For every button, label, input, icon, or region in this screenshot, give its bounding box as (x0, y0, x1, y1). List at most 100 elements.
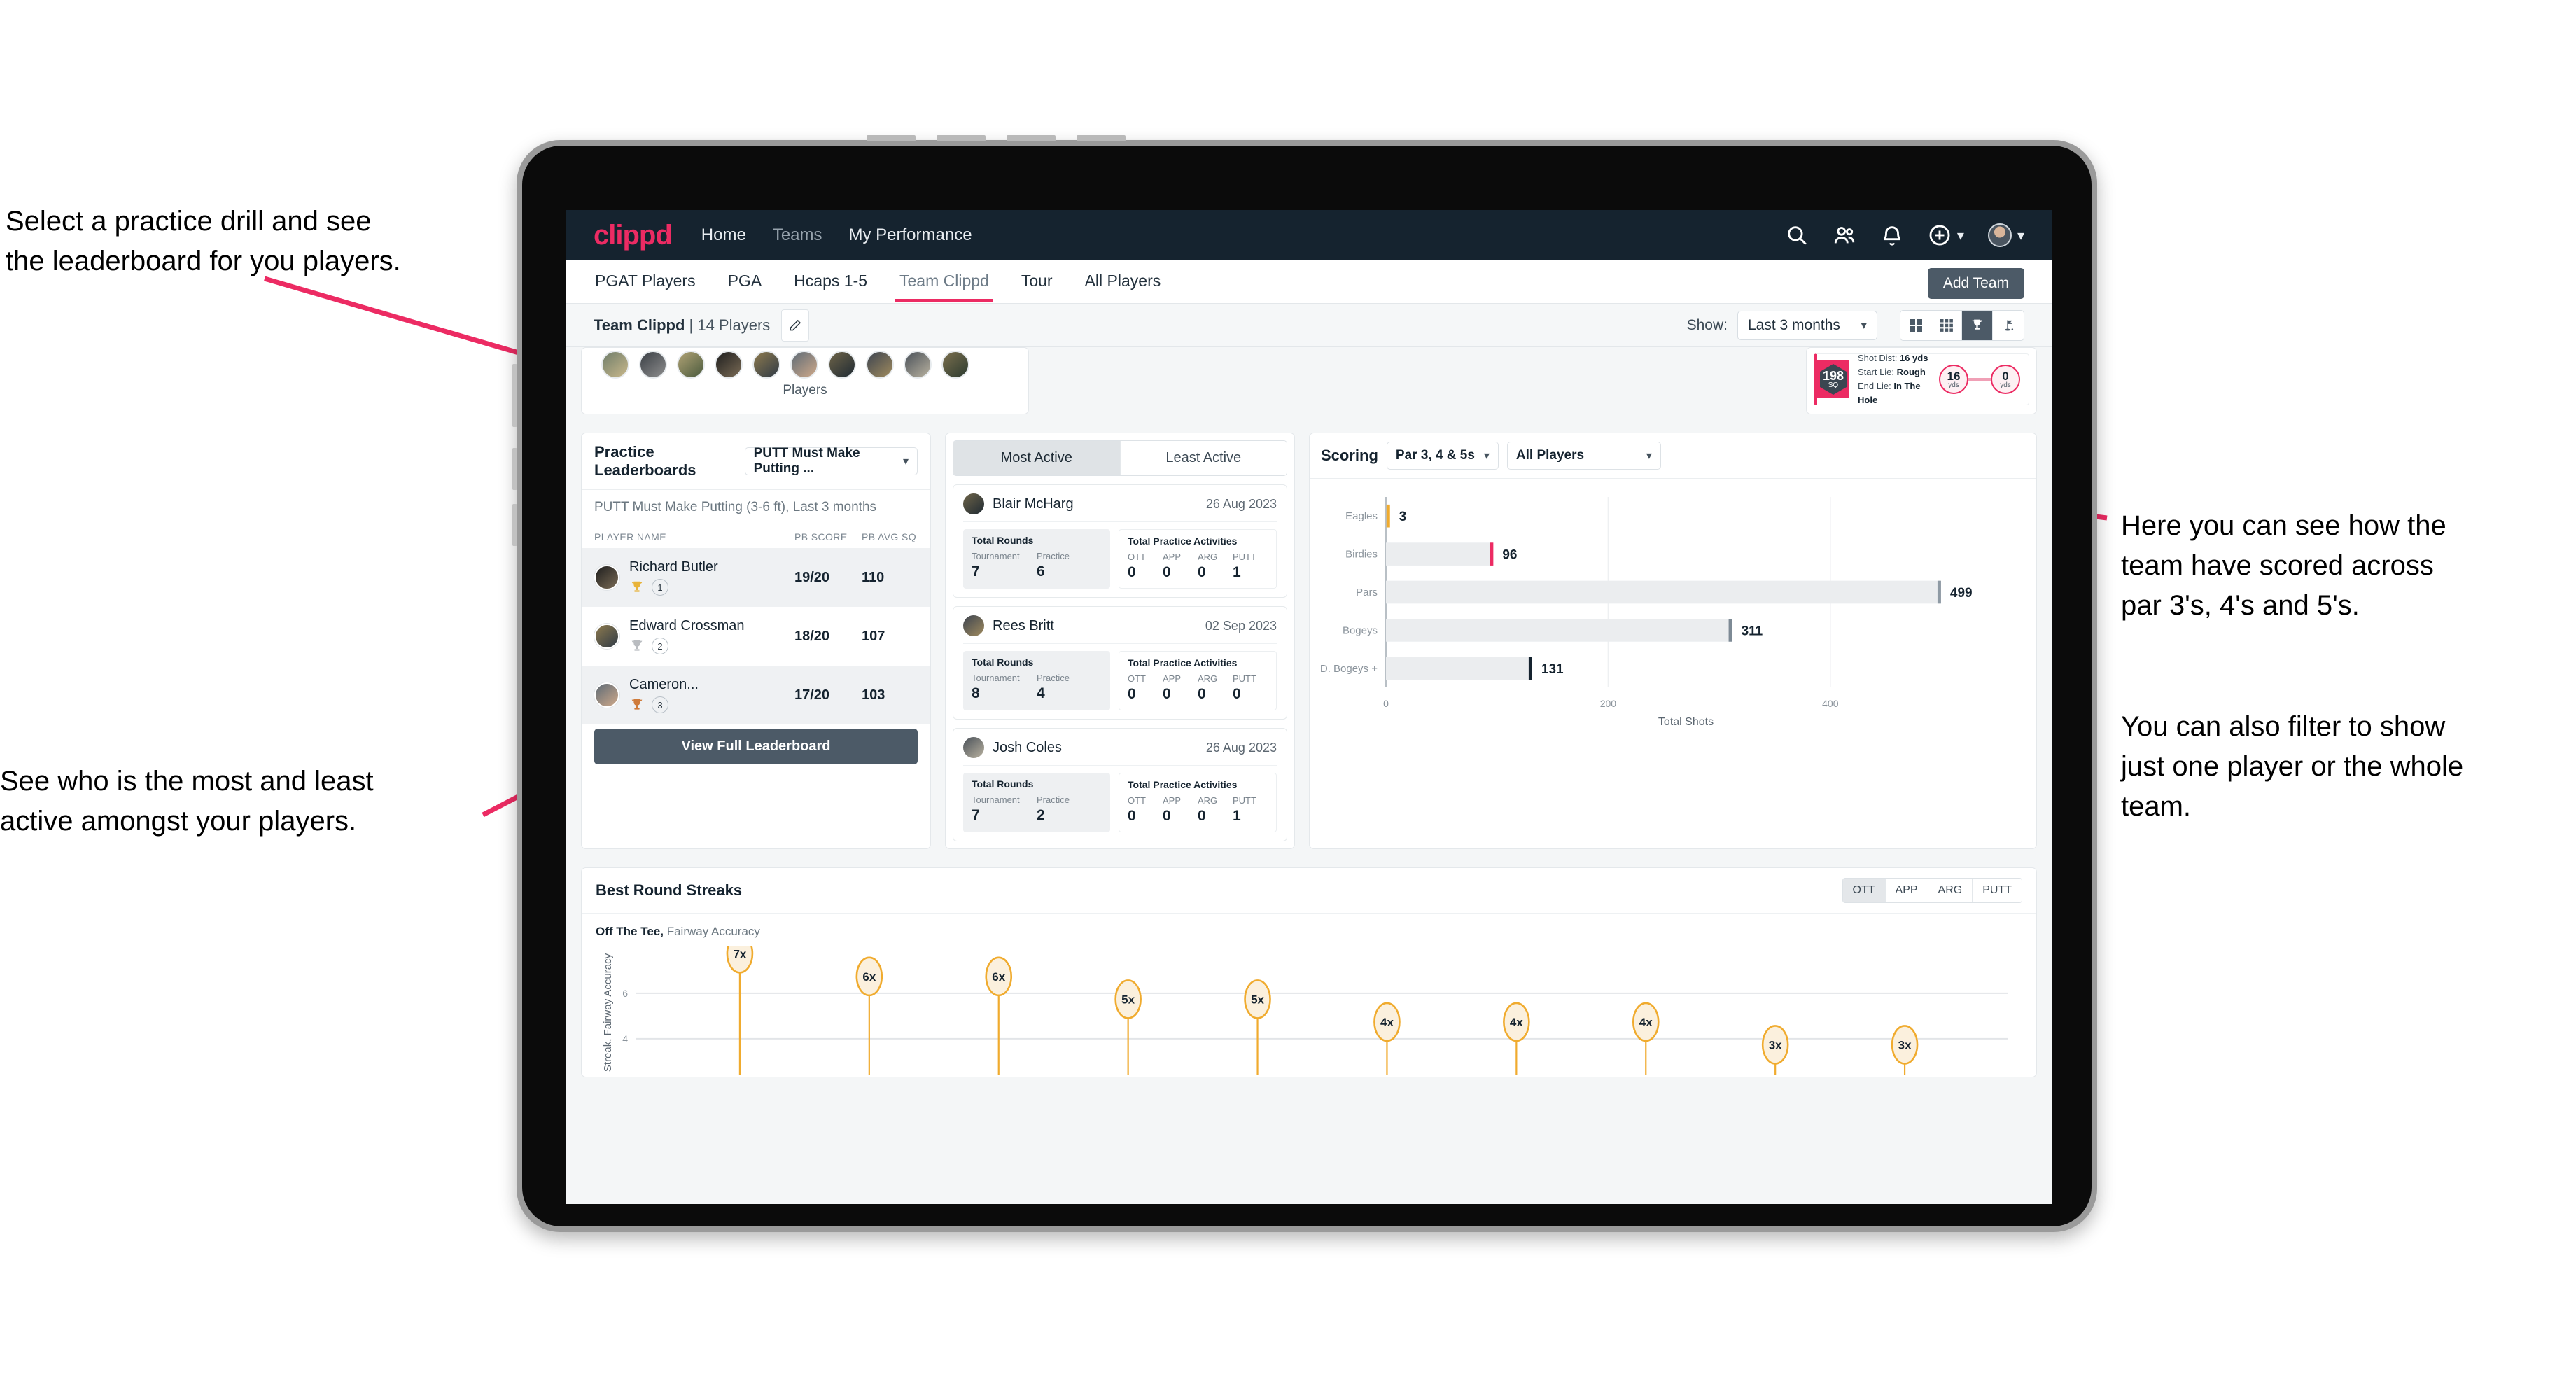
streaks-category-tabs: OTT APP ARG PUTT (1842, 878, 2022, 903)
player-avatar[interactable] (752, 351, 780, 379)
scoring-chart-svg: 0 200 400 Eagles 3 Birdies 96 Pars 499 Bogeys 311 D… (1320, 497, 1973, 728)
tablet-top-button-1 (867, 135, 916, 141)
drill-select-value: PUTT Must Make Putting ... (753, 446, 860, 476)
dashboard-content[interactable]: Players 198 SQ Shot Dist: 16 yds Start L… (566, 347, 2052, 1204)
practice-key: ARG (1198, 795, 1218, 806)
table-row[interactable]: Richard Butler 1 19/20 110 (582, 548, 930, 607)
bar-value-label: 499 (1950, 586, 1973, 601)
nav-link-home[interactable]: Home (701, 225, 746, 245)
app-screen: clippd Home Teams My Performance ▾ ▾ PGA… (566, 210, 2052, 1204)
avatar[interactable] (1987, 223, 2012, 247)
tab-arg[interactable]: ARG (1928, 878, 1973, 902)
player-avatar[interactable] (790, 351, 818, 379)
clippd-logo[interactable]: clippd (594, 220, 673, 251)
player-avatar[interactable] (904, 351, 932, 379)
practice-value: 1 (1233, 564, 1241, 580)
tab-app[interactable]: APP (1885, 878, 1928, 902)
practice-key: OTT (1128, 795, 1146, 806)
rounds-key: Tournament (972, 673, 1020, 683)
nav-link-my-performance[interactable]: My Performance (849, 225, 972, 245)
tab-putt[interactable]: PUTT (1973, 878, 2022, 902)
grid-small-icon (1940, 318, 1953, 332)
chevron-down-icon-add[interactable]: ▾ (1957, 227, 1964, 244)
view-grid-large-button[interactable] (1900, 310, 1931, 340)
tab-pgat-players[interactable]: PGAT Players (594, 262, 697, 302)
view-flag-button[interactable] (1993, 310, 2024, 340)
add-team-button[interactable]: Add Team (1927, 268, 2024, 299)
rounds-col: Practice 6 (1037, 551, 1102, 580)
total-rounds-box: Total Rounds Tournament 8 Practice 4 (963, 651, 1110, 710)
rounds-columns: Tournament 7 Practice 6 (972, 551, 1102, 580)
player-avatar[interactable] (601, 351, 629, 379)
people-icon[interactable] (1833, 223, 1856, 247)
table-row[interactable]: Cameron... 3 17/20 103 (582, 666, 930, 724)
range-select[interactable]: Last 3 months ▾ (1737, 310, 1877, 340)
x-tick-label: 0 (1383, 698, 1389, 709)
end-lie-key: End Lie: (1858, 381, 1891, 391)
player-avatar[interactable] (828, 351, 856, 379)
plus-circle-icon[interactable] (1928, 223, 1952, 247)
player-avatar[interactable] (941, 351, 969, 379)
practice-col: OTT 0 (1128, 795, 1163, 825)
activity-player-card[interactable]: Rees Britt 02 Sep 2023 Total Rounds Tour… (953, 606, 1287, 720)
practice-value: 0 (1233, 686, 1241, 702)
tab-most-active[interactable]: Most Active (953, 441, 1121, 475)
trophy-icon (631, 640, 643, 651)
total-practice-title: Total Practice Activities (1128, 657, 1238, 668)
player-filter-select[interactable]: All Players ▾ (1506, 442, 1661, 470)
tablet-device-frame: clippd Home Teams My Performance ▾ ▾ PGA… (512, 135, 2097, 1232)
rounds-key: Tournament (972, 794, 1020, 805)
tab-ott[interactable]: OTT (1842, 878, 1886, 902)
tab-least-active[interactable]: Least Active (1120, 441, 1287, 475)
tablet-top-button-3 (1007, 135, 1056, 141)
tab-all-players[interactable]: All Players (1084, 262, 1163, 302)
tab-hcaps-1-5[interactable]: Hcaps 1-5 (792, 262, 869, 302)
tab-team-clippd[interactable]: Team Clippd (895, 262, 993, 302)
nav-link-teams[interactable]: Teams (773, 225, 822, 245)
bell-icon[interactable] (1880, 223, 1904, 247)
activity-player-card[interactable]: Josh Coles 26 Aug 2023 Total Rounds Tour… (953, 728, 1287, 841)
practice-key: PUTT (1233, 552, 1256, 562)
par-filter-select[interactable]: Par 3, 4 & 5s ▾ (1386, 442, 1499, 470)
tablet-side-button-2 (512, 448, 517, 490)
player-avatar[interactable] (866, 351, 894, 379)
total-rounds-box: Total Rounds Tournament 7 Practice 6 (963, 529, 1110, 589)
practice-col: APP 0 (1163, 552, 1198, 581)
player-avatar[interactable] (715, 351, 743, 379)
pencil-icon (790, 319, 802, 330)
avatar (594, 682, 620, 708)
total-practice-box: Total Practice Activities OTT 0 APP 0 ARG 0 PU… (1119, 529, 1277, 589)
rounds-columns: Tournament 8 Practice 4 (972, 673, 1102, 702)
activity-player-card[interactable]: Blair McHarg 26 Aug 2023 Total Rounds To… (953, 484, 1287, 598)
bar-track (1386, 657, 1532, 680)
drill-select[interactable]: PUTT Must Make Putting ... ▾ (744, 446, 918, 476)
chevron-down-icon-player: ▾ (1646, 450, 1652, 462)
players-card: Players (581, 347, 1029, 414)
player-filter-value: All Players (1516, 448, 1585, 463)
player-avatar[interactable] (677, 351, 705, 379)
table-row[interactable]: Edward Crossman 2 18/20 107 (582, 607, 930, 666)
view-full-leaderboard-button[interactable]: View Full Leaderboard (594, 729, 918, 764)
tab-tour[interactable]: Tour (1020, 262, 1054, 302)
chevron-down-icon-profile[interactable]: ▾ (2017, 227, 2024, 244)
hexagon-icon: 198 SQ (1820, 364, 1847, 395)
row-top-spacer (1043, 347, 1792, 414)
leaderboard-player-name: Richard Butler (629, 559, 718, 575)
player-avatar[interactable] (639, 351, 667, 379)
flag-icon (2005, 320, 2014, 330)
practice-columns: OTT 0 APP 0 ARG 0 PUTT 0 (1128, 673, 1268, 703)
shot-detail-row[interactable]: 198 SQ Shot Dist: 16 yds Start Lie: Roug… (1814, 353, 2029, 405)
tab-pga[interactable]: PGA (727, 262, 764, 302)
leaderboard-header: Practice Leaderboards PUTT Must Make Put… (582, 433, 930, 490)
tablet-top-button-4 (1077, 135, 1126, 141)
search-icon[interactable] (1785, 223, 1809, 247)
dumbbell-connector (1968, 377, 1991, 382)
leaderboard-badges: 3 (629, 696, 794, 713)
activity-date: 26 Aug 2023 (1205, 496, 1277, 511)
view-grid-small-button[interactable] (1931, 310, 1962, 340)
edit-team-button[interactable] (781, 309, 810, 342)
practice-columns: OTT 0 APP 0 ARG 0 PUTT 1 (1128, 795, 1268, 825)
view-trophy-button[interactable] (1962, 310, 1993, 340)
scoring-title: Scoring (1321, 447, 1378, 464)
rounds-key: Practice (1037, 551, 1070, 561)
